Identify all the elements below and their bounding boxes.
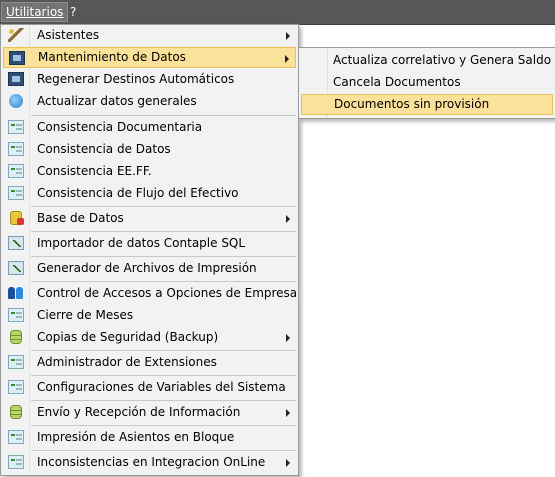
menu-item-regenerar-destinos[interactable]: Regenerar Destinos Automáticos: [3, 69, 296, 90]
menu-separator: [31, 375, 296, 376]
menu-item-base-de-datos[interactable]: Base de Datos: [3, 208, 296, 229]
submenu-arrow-icon: [286, 409, 290, 417]
submenu-item-cancela-documentos[interactable]: Cancela Documentos: [301, 72, 553, 93]
menu-item-consistencia-documentaria[interactable]: Consistencia Documentaria: [3, 117, 296, 138]
form-icon: [8, 355, 24, 369]
submenu-arrow-icon: [286, 32, 290, 40]
submenu-arrow-icon: [286, 334, 290, 342]
menu-item-label: Consistencia Documentaria: [37, 120, 203, 134]
menu-item-configuraciones-variables[interactable]: Configuraciones de Variables del Sistema: [3, 377, 296, 398]
submenu-arrow-icon: [286, 459, 290, 467]
menu-item-label: Mantenimiento de Datos: [38, 50, 186, 64]
menu-item-label: Cierre de Meses: [37, 308, 134, 322]
menu-item-asistentes[interactable]: Asistentes: [3, 25, 296, 46]
menu-item-label: Asistentes: [37, 28, 100, 42]
form-icon: [8, 120, 24, 134]
menu-item-label: Actualiza correlativo y Genera Saldo: [333, 53, 552, 67]
form-icon: [8, 308, 24, 322]
menu-separator: [31, 281, 296, 282]
mantenimiento-submenu: Actualiza correlativo y Genera Saldo Can…: [298, 47, 555, 119]
menu-item-label: Documentos sin provisión: [334, 97, 490, 111]
menu-item-generador-archivos-impresion[interactable]: Generador de Archivos de Impresión: [3, 258, 296, 279]
menu-item-label: Configuraciones de Variables del Sistema: [37, 380, 286, 394]
backup-db-icon: [10, 330, 22, 344]
form-icon: [8, 164, 24, 178]
menu-item-mantenimiento-de-datos[interactable]: Mantenimiento de Datos: [3, 47, 296, 68]
import-chart-icon: [8, 236, 24, 250]
menu-separator: [31, 231, 296, 232]
menu-item-inconsistencias-online[interactable]: Inconsistencias en Integracion OnLine: [3, 452, 296, 473]
menu-item-label: Control de Accesos a Opciones de Empresa: [37, 286, 298, 300]
submenu-item-documentos-sin-provision[interactable]: Documentos sin provisión: [301, 94, 553, 115]
menu-item-consistencia-de-datos[interactable]: Consistencia de Datos: [3, 139, 296, 160]
menu-separator: [31, 450, 296, 451]
menu-item-administrador-extensiones[interactable]: Administrador de Extensiones: [3, 352, 296, 373]
menu-separator: [31, 256, 296, 257]
regenerate-icon: [8, 72, 24, 86]
menu-item-label: Importador de datos Contaple SQL: [37, 236, 246, 250]
form-icon: [8, 430, 24, 444]
users-icon: [8, 286, 24, 300]
menu-item-label: Copias de Seguridad (Backup): [37, 330, 219, 344]
menu-item-label: Consistencia de Datos: [37, 142, 171, 156]
maintenance-icon: [9, 51, 25, 65]
globe-icon: [9, 94, 23, 108]
form-icon: [8, 380, 24, 394]
menu-item-actualizar-datos-generales[interactable]: Actualizar datos generales: [3, 91, 296, 112]
menu-item-label: Regenerar Destinos Automáticos: [37, 72, 235, 86]
wizard-wand-icon: [8, 28, 24, 42]
menu-item-label: Cancela Documentos: [333, 75, 461, 89]
utilitarios-dropdown: Asistentes Mantenimiento de Datos Regene…: [0, 24, 299, 476]
print-chart-icon: [8, 261, 24, 275]
menu-item-importador-contaple[interactable]: Importador de datos Contaple SQL: [3, 233, 296, 254]
menu-separator: [31, 425, 296, 426]
menu-item-consistencia-eeff[interactable]: Consistencia EE.FF.: [3, 161, 296, 182]
menu-item-label: Base de Datos: [37, 211, 124, 225]
menu-item-label: Administrador de Extensiones: [37, 355, 217, 369]
menu-item-control-accesos[interactable]: Control de Accesos a Opciones de Empresa: [3, 283, 298, 304]
menu-item-envio-recepcion[interactable]: Envío y Recepción de Información: [3, 402, 296, 423]
transfer-db-icon: [10, 405, 22, 419]
submenu-item-actualiza-correlativo[interactable]: Actualiza correlativo y Genera Saldo: [301, 50, 553, 71]
menu-item-label: Impresión de Asientos en Bloque: [37, 430, 235, 444]
menu-separator: [31, 115, 296, 116]
menu-separator: [31, 350, 296, 351]
submenu-arrow-icon: [286, 215, 290, 223]
menu-item-label: Actualizar datos generales: [37, 94, 197, 108]
form-icon: [8, 455, 24, 469]
database-icon: [10, 211, 24, 225]
menu-separator: [31, 400, 296, 401]
form-icon: [8, 186, 24, 200]
menu-utilitarios[interactable]: Utilitarios: [1, 2, 69, 22]
menu-item-label: Consistencia EE.FF.: [37, 164, 152, 178]
menu-item-label: Consistencia de Flujo del Efectivo: [37, 186, 239, 200]
menu-separator: [31, 206, 296, 207]
menu-item-label: Envío y Recepción de Información: [37, 405, 241, 419]
menu-item-impresion-asientos[interactable]: Impresión de Asientos en Bloque: [3, 427, 296, 448]
submenu-arrow-icon: [285, 55, 289, 63]
menu-item-label: Generador de Archivos de Impresión: [37, 261, 257, 275]
menu-item-cierre-de-meses[interactable]: Cierre de Meses: [3, 305, 296, 326]
menu-help[interactable]: ?: [66, 3, 80, 21]
menu-bar: Utilitarios ?: [0, 0, 555, 25]
form-icon: [8, 142, 24, 156]
menu-item-copias-seguridad[interactable]: Copias de Seguridad (Backup): [3, 327, 296, 348]
menu-item-consistencia-flujo-efectivo[interactable]: Consistencia de Flujo del Efectivo: [3, 183, 296, 204]
menu-item-label: Inconsistencias en Integracion OnLine: [37, 455, 266, 469]
